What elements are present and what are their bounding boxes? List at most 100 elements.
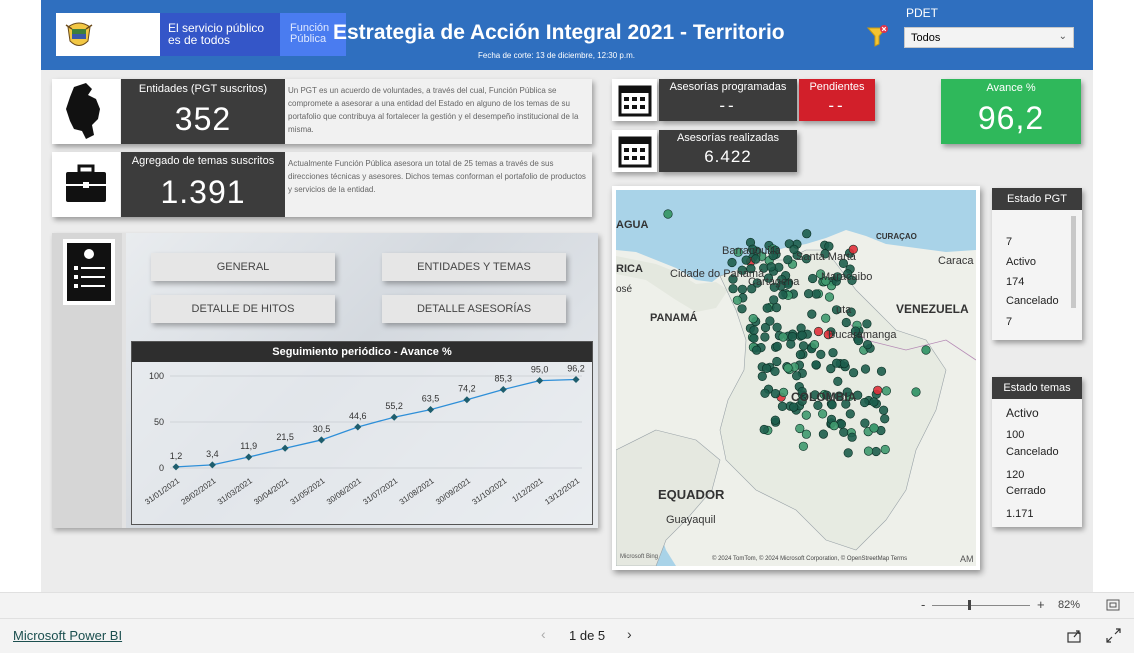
map-point[interactable]	[863, 446, 874, 456]
colombia-map[interactable]: AGUA Barranquilla Santa Marta CURAÇAO Ca…	[616, 190, 976, 566]
map-point[interactable]	[911, 387, 921, 397]
map-point[interactable]	[808, 273, 818, 284]
map-point[interactable]	[795, 423, 805, 434]
map-point[interactable]	[818, 429, 828, 439]
map-point[interactable]	[816, 349, 826, 359]
map-point[interactable]	[807, 309, 817, 319]
map-point[interactable]	[757, 371, 767, 381]
map-point[interactable]	[880, 444, 890, 455]
map-point[interactable]	[869, 397, 879, 407]
map-point[interactable]	[833, 376, 843, 386]
zoom-out-button[interactable]: -	[921, 597, 925, 612]
map-point[interactable]	[778, 332, 788, 342]
map-point[interactable]	[798, 341, 809, 351]
map-point[interactable]	[795, 350, 805, 360]
map-point[interactable]	[741, 255, 751, 265]
estado-temas-slicer[interactable]: Estado temas Activo 100 Cancelado 120 Ce…	[992, 377, 1082, 527]
map-point[interactable]	[871, 446, 881, 457]
map-point[interactable]	[765, 316, 775, 326]
map-point[interactable]	[770, 415, 780, 425]
estado-pgt-item[interactable]: Cancelado	[1006, 295, 1059, 307]
next-page-icon[interactable]: ›	[627, 626, 632, 642]
map-point[interactable]	[777, 401, 787, 411]
map-point[interactable]	[789, 402, 799, 412]
map-point[interactable]	[749, 325, 759, 335]
map-point[interactable]	[779, 387, 789, 397]
clear-filter-icon[interactable]	[866, 24, 890, 48]
map-point[interactable]	[863, 340, 873, 350]
detalle-hitos-button[interactable]: DETALLE DE HITOS	[151, 295, 335, 323]
map-point[interactable]	[828, 348, 838, 358]
map-point[interactable]	[787, 332, 797, 342]
map-point[interactable]	[841, 317, 851, 328]
map-point[interactable]	[845, 409, 855, 419]
estado-pgt-item[interactable]: 174	[1006, 276, 1024, 288]
map-point[interactable]	[824, 292, 835, 302]
entidades-temas-button[interactable]: ENTIDADES Y TEMAS	[382, 253, 566, 281]
map-point[interactable]	[801, 410, 811, 420]
map-point[interactable]	[880, 414, 890, 424]
map-point[interactable]	[772, 322, 782, 332]
map-point[interactable]	[769, 295, 779, 305]
map-point[interactable]	[813, 326, 824, 337]
map-point[interactable]	[809, 340, 820, 350]
map-point[interactable]	[876, 366, 887, 376]
map-point[interactable]	[772, 356, 782, 367]
map-point[interactable]	[727, 257, 737, 268]
prev-page-icon[interactable]: ‹	[541, 626, 546, 642]
estado-pgt-slicer[interactable]: Estado PGT 7 Activo 174 Cancelado 7	[992, 188, 1082, 340]
map-point[interactable]	[839, 359, 849, 369]
estado-pgt-scrollbar[interactable]	[1071, 216, 1076, 308]
map-point[interactable]	[752, 345, 762, 355]
map-point[interactable]	[879, 405, 889, 415]
fullscreen-icon[interactable]	[1106, 628, 1121, 643]
fit-to-page-icon[interactable]	[1106, 599, 1120, 611]
map-point[interactable]	[792, 371, 802, 381]
estado-temas-item[interactable]: Cerrado	[1006, 485, 1046, 497]
estado-pgt-item[interactable]: 7	[1006, 236, 1012, 248]
map-point[interactable]	[771, 302, 782, 313]
estado-temas-item[interactable]: 100	[1006, 429, 1024, 441]
map-point[interactable]	[881, 386, 892, 396]
map-point[interactable]	[783, 255, 793, 265]
map-point[interactable]	[760, 388, 770, 398]
map-point[interactable]	[839, 427, 849, 437]
map-point[interactable]	[762, 363, 772, 373]
share-icon[interactable]	[1067, 628, 1082, 643]
map-point[interactable]	[732, 295, 742, 305]
map-point[interactable]	[748, 314, 758, 324]
powerbi-link[interactable]: Microsoft Power BI	[13, 628, 122, 643]
estado-temas-item[interactable]: Cancelado	[1006, 446, 1059, 458]
map-point[interactable]	[829, 421, 839, 431]
map-point[interactable]	[832, 358, 842, 368]
map-point[interactable]	[772, 341, 782, 351]
map-point[interactable]	[860, 397, 870, 408]
map-point[interactable]	[797, 330, 807, 340]
detalle-asesorias-button[interactable]: DETALLE ASESORÍAS	[382, 295, 566, 323]
map-point[interactable]	[847, 432, 857, 442]
map-point[interactable]	[818, 409, 828, 419]
map-point[interactable]	[783, 363, 793, 373]
map-point[interactable]	[921, 345, 931, 355]
map-point[interactable]	[759, 424, 769, 435]
map-point[interactable]	[749, 333, 759, 343]
map-point[interactable]	[737, 304, 747, 314]
map-point[interactable]	[663, 209, 673, 219]
map-point[interactable]	[821, 313, 831, 323]
general-button[interactable]: GENERAL	[151, 253, 335, 281]
map-point[interactable]	[811, 360, 821, 370]
estado-temas-item[interactable]: 120	[1006, 469, 1024, 481]
map-point[interactable]	[737, 284, 747, 294]
map-point[interactable]	[766, 262, 776, 272]
map-point[interactable]	[802, 229, 812, 239]
map-point[interactable]	[860, 364, 871, 374]
map-point[interactable]	[786, 339, 796, 349]
map-point[interactable]	[849, 368, 859, 378]
map-point[interactable]	[728, 284, 738, 294]
map-point[interactable]	[873, 385, 883, 395]
map-point[interactable]	[778, 290, 788, 300]
map-point[interactable]	[862, 319, 872, 329]
estado-pgt-item[interactable]: Activo	[1006, 256, 1036, 268]
map-point[interactable]	[762, 303, 772, 313]
map-point[interactable]	[843, 448, 853, 458]
